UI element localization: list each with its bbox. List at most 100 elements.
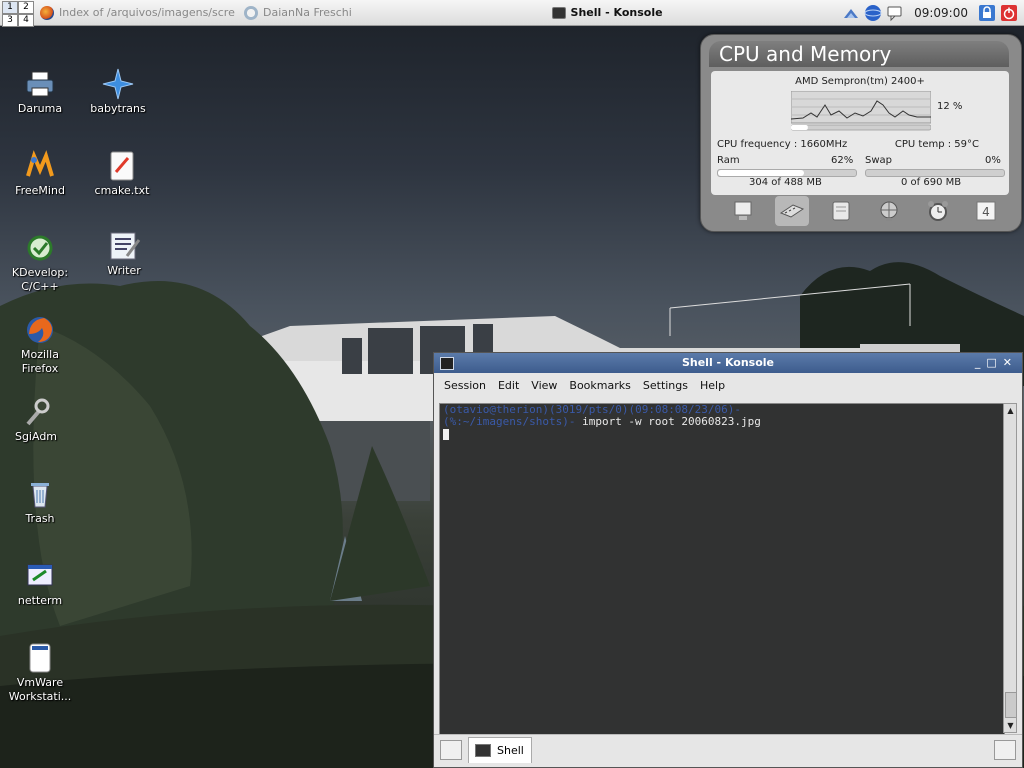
terminal-window-icon <box>27 564 53 586</box>
cpu-memory-widget: CPU and Memory AMD Sempron(tm) 2400+ 12 … <box>700 34 1022 232</box>
desktop-icon-freemind[interactable]: FreeMind <box>4 150 76 198</box>
desktop-icon-netterm[interactable]: netterm <box>4 560 76 608</box>
desktop-icon-firefox[interactable]: Mozilla Firefox <box>4 314 76 376</box>
swap-bar <box>865 169 1005 177</box>
tab-monitor[interactable] <box>727 196 761 226</box>
speech-bubble-icon[interactable] <box>886 4 904 22</box>
calendar-icon: 4 <box>976 201 996 221</box>
desktop-icon-daruma[interactable]: Daruma <box>4 68 76 116</box>
prompt-path: (%:~/imagens/shots)- <box>443 415 576 428</box>
firefox-icon <box>40 5 54 20</box>
scroll-thumb[interactable] <box>1005 692 1017 718</box>
desktop-icon-label: KDevelop: C/C++ <box>11 266 69 293</box>
cpu-usage-value: 12 % <box>937 101 963 112</box>
desktop-icon-label: Writer <box>107 264 141 277</box>
desktop-icon-label: babytrans <box>90 102 146 115</box>
desktop-icon-sgiadm[interactable]: SgiAdm <box>0 396 72 444</box>
new-tab-button[interactable] <box>440 740 462 760</box>
cpu-usage-bar-fill <box>791 125 808 130</box>
tab-calendar[interactable]: 4 <box>969 196 1003 226</box>
widget-title: CPU and Memory <box>709 41 1009 67</box>
taskbar-item-label: Index of /arquivos/imagens/scre <box>59 6 235 19</box>
tab-shell[interactable]: Shell <box>468 737 532 763</box>
terminal-icon <box>551 6 566 19</box>
text-file-icon <box>110 151 134 181</box>
desktop-3[interactable]: 3 <box>2 13 18 27</box>
command-text: import -w root 20060823.jpg <box>575 415 761 428</box>
swap-percent: 0% <box>985 155 1001 166</box>
desktop-4[interactable]: 4 <box>18 13 34 27</box>
taskbar-item-firefox[interactable]: Index of /arquivos/imagens/scre <box>36 2 240 24</box>
cpu-temp: CPU temp : 59°C <box>894 139 979 150</box>
desktop-icon-label: VmWare Workstati... <box>8 676 72 703</box>
clock[interactable]: 09:09:00 <box>914 6 968 20</box>
wrench-icon <box>26 398 50 426</box>
close-tab-button[interactable] <box>994 740 1016 760</box>
tab-network[interactable] <box>872 196 906 226</box>
alarm-clock-icon <box>927 201 948 221</box>
desktop-2[interactable]: 2 <box>18 0 34 14</box>
scroll-down-arrow[interactable]: ▼ <box>1005 720 1016 731</box>
desktop-icon-babytrans[interactable]: babytrans <box>82 68 154 116</box>
desktop-1[interactable]: 1 <box>2 0 18 14</box>
menu-settings[interactable]: Settings <box>637 379 694 392</box>
text-cursor <box>443 429 449 440</box>
desktop-icon-cmake[interactable]: cmake.txt <box>86 150 158 198</box>
ram-bar <box>717 169 857 177</box>
network-icon <box>880 201 898 221</box>
menu-view[interactable]: View <box>525 379 563 392</box>
maximize-button[interactable]: □ <box>986 356 1002 369</box>
menu-edit[interactable]: Edit <box>492 379 525 392</box>
monitor-icon <box>734 201 752 220</box>
taskbar-item-chat[interactable]: DaianNa Freschi <box>240 2 372 24</box>
desktop-icon-label: cmake.txt <box>94 184 150 197</box>
desktop-icon-vmware[interactable]: VmWare Workstati... <box>4 642 76 704</box>
taskbar-item-label: DaianNa Freschi <box>263 6 352 19</box>
processor-name: AMD Sempron(tm) 2400+ <box>795 76 925 87</box>
desktop-icon-label: Trash <box>25 512 55 525</box>
terminal-area[interactable]: (otavio@therion)(3019/pts/0)(09:08:08/23… <box>439 403 1005 735</box>
tab-bar: Shell <box>434 734 1022 767</box>
desktop-icon-label: netterm <box>17 594 63 607</box>
menu-session[interactable]: Session <box>438 379 492 392</box>
window-titlebar[interactable]: Shell - Konsole _□✕ <box>434 353 1022 373</box>
window-menu-icon[interactable] <box>440 357 454 370</box>
desktop-icon-label: Mozilla Firefox <box>21 348 59 375</box>
trash-icon <box>31 483 49 508</box>
ram-label: Ram <box>717 155 740 166</box>
window-title: Shell - Konsole <box>681 356 775 369</box>
taskbar-item-konsole[interactable]: Shell - Konsole <box>548 2 667 24</box>
ram-detail: 304 of 488 MB <box>749 177 822 188</box>
window-controls: _□✕ <box>975 353 1018 373</box>
minimize-button[interactable]: _ <box>975 356 987 369</box>
writer-icon <box>110 232 141 260</box>
menu-help[interactable]: Help <box>694 379 731 392</box>
scroll-up-arrow[interactable]: ▲ <box>1005 405 1016 416</box>
network-tray-icon[interactable] <box>842 4 860 22</box>
ram-bar-fill <box>718 170 804 176</box>
desktop-icon-kdevelop[interactable]: KDevelop: C/C++ <box>4 232 76 294</box>
ram-percent: 62% <box>831 155 854 166</box>
freemind-icon <box>26 150 54 177</box>
lock-icon[interactable] <box>978 4 996 22</box>
menu-bar: Session Edit View Bookmarks Settings Hel… <box>434 373 1022 397</box>
menu-bookmarks[interactable]: Bookmarks <box>563 379 636 392</box>
tab-alarm[interactable] <box>921 196 955 226</box>
close-button[interactable]: ✕ <box>1003 356 1018 369</box>
terminal-icon <box>475 744 491 757</box>
disk-icon <box>832 201 850 221</box>
tab-disk[interactable] <box>824 196 858 226</box>
scrollbar[interactable]: ▲ ▼ <box>1003 403 1017 733</box>
logout-icon[interactable] <box>1000 4 1018 22</box>
top-panel: 1 2 3 4 Index of /arquivos/imagens/scre … <box>0 0 1024 27</box>
desktop-pager[interactable]: 1 2 3 4 <box>2 0 34 27</box>
terminal-line: (%:~/imagens/shots)- import -w root 2006… <box>440 416 1004 428</box>
desktop-icon-label: SgiAdm <box>14 430 58 443</box>
desktop-icon-trash[interactable]: Trash <box>4 478 76 526</box>
cpu-usage-graph <box>791 91 931 131</box>
desktop-icon-label: FreeMind <box>15 184 65 197</box>
globe-icon[interactable] <box>864 4 882 22</box>
desktop-icon-writer[interactable]: Writer <box>88 230 160 278</box>
tab-memory[interactable] <box>775 196 810 226</box>
swap-detail: 0 of 690 MB <box>901 177 962 188</box>
